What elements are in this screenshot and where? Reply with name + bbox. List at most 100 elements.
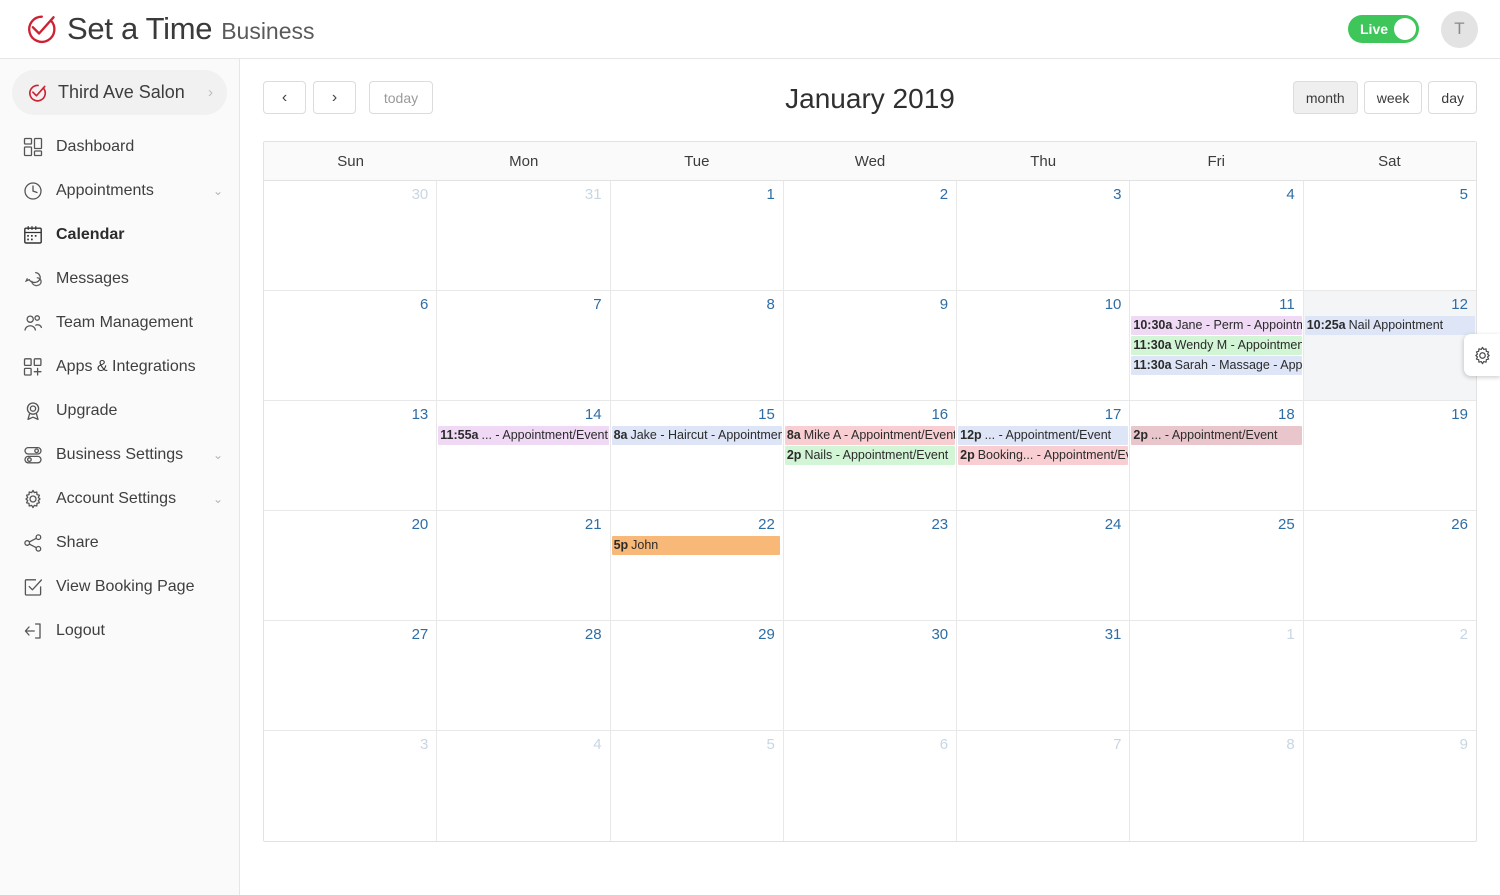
- calendar-day-cell[interactable]: 22 5p John: [611, 511, 784, 620]
- calendar-day-cell[interactable]: 6: [264, 291, 438, 400]
- calendar-day-cell[interactable]: 8: [611, 291, 784, 400]
- day-number[interactable]: 18: [1130, 404, 1302, 426]
- day-number[interactable]: 6: [784, 734, 956, 756]
- prev-month-button[interactable]: ‹: [263, 81, 306, 114]
- calendar-day-cell[interactable]: 8: [1130, 731, 1304, 841]
- calendar-day-cell[interactable]: 14 11:55a... - Appointment/Event: [437, 401, 611, 510]
- live-toggle[interactable]: Live: [1348, 15, 1419, 43]
- day-number[interactable]: 30: [784, 624, 956, 646]
- day-number[interactable]: 19: [1304, 404, 1476, 426]
- calendar-day-cell[interactable]: 16 8a Mike A - Appointment/Event 2p Nails - …: [784, 401, 958, 510]
- avatar[interactable]: T: [1441, 10, 1478, 48]
- calendar-day-cell[interactable]: 13: [264, 401, 438, 510]
- calendar-day-cell[interactable]: 26: [1304, 511, 1476, 620]
- day-number[interactable]: 26: [1304, 514, 1476, 536]
- day-number[interactable]: 9: [1304, 734, 1476, 756]
- calendar-day-cell[interactable]: 7: [957, 731, 1131, 841]
- calendar-event[interactable]: 8aJake - Haircut - Appointment/Event: [611, 426, 782, 445]
- day-number[interactable]: 31: [957, 624, 1129, 646]
- calendar-event[interactable]: 12p... - Appointment/Event: [958, 426, 1129, 445]
- day-number[interactable]: 29: [611, 624, 783, 646]
- calendar-day-cell[interactable]: 31: [437, 181, 611, 290]
- day-number[interactable]: 25: [1130, 514, 1302, 536]
- sidebar-item-calendar[interactable]: Calendar: [0, 213, 239, 257]
- calendar-day-cell[interactable]: 21: [437, 511, 611, 620]
- today-button[interactable]: today: [369, 81, 433, 114]
- day-number[interactable]: 24: [957, 514, 1129, 536]
- sidebar-item-apps-integrations[interactable]: Apps & Integrations: [0, 345, 239, 389]
- sidebar-item-messages[interactable]: Messages: [0, 257, 239, 301]
- calendar-day-cell[interactable]: 19: [1304, 401, 1476, 510]
- calendar-day-cell[interactable]: 10: [957, 291, 1131, 400]
- day-number[interactable]: 4: [437, 734, 609, 756]
- calendar-event[interactable]: 11:30aWendy M - Appointment/Event: [1131, 336, 1302, 355]
- calendar-event[interactable]: 11:30aSarah - Massage - Appointment/Even…: [1131, 356, 1302, 375]
- day-number[interactable]: 31: [437, 184, 609, 206]
- calendar-day-cell[interactable]: 30: [264, 181, 438, 290]
- calendar-day-cell[interactable]: 7: [437, 291, 611, 400]
- calendar-event[interactable]: 2p Nails - Appointment/Event: [784, 446, 956, 465]
- chevron-down-icon[interactable]: ⌄: [213, 184, 223, 198]
- calendar-day-cell[interactable]: 2: [1304, 621, 1476, 730]
- calendar-event[interactable]: 8a Mike A - Appointment/Event: [784, 426, 956, 445]
- calendar-day-cell[interactable]: 4: [437, 731, 611, 841]
- tab-day[interactable]: day: [1428, 81, 1477, 114]
- calendar-settings-button[interactable]: [1464, 334, 1500, 376]
- sidebar-item-upgrade[interactable]: Upgrade: [0, 389, 239, 433]
- calendar-day-cell[interactable]: 1: [1130, 621, 1304, 730]
- sidebar-item-view-booking-page[interactable]: View Booking Page: [0, 565, 239, 609]
- sidebar-item-appointments[interactable]: Appointments ⌄: [0, 169, 239, 213]
- chevron-down-icon[interactable]: ⌄: [213, 448, 223, 462]
- calendar-day-cell[interactable]: 24: [957, 511, 1131, 620]
- day-number[interactable]: 4: [1130, 184, 1302, 206]
- day-number[interactable]: 16: [784, 404, 956, 426]
- day-number[interactable]: 6: [264, 294, 436, 316]
- day-number[interactable]: 1: [1130, 624, 1302, 646]
- calendar-day-cell[interactable]: 9: [784, 291, 958, 400]
- day-number[interactable]: 2: [1304, 624, 1476, 646]
- calendar-day-cell[interactable]: 4: [1130, 181, 1304, 290]
- day-number[interactable]: 22: [611, 514, 783, 536]
- day-number[interactable]: 2: [784, 184, 956, 206]
- day-number[interactable]: 7: [437, 294, 609, 316]
- calendar-day-cell[interactable]: 27: [264, 621, 438, 730]
- tab-week[interactable]: week: [1363, 81, 1423, 114]
- calendar-day-cell[interactable]: 1: [611, 181, 784, 290]
- calendar-day-cell[interactable]: 9: [1304, 731, 1476, 841]
- sidebar-item-business-settings[interactable]: Business Settings ⌄: [0, 433, 239, 477]
- calendar-day-cell[interactable]: 20: [264, 511, 438, 620]
- calendar-day-cell[interactable]: 12 10:25a Nail Appointment: [1303, 291, 1476, 400]
- calendar-event[interactable]: 2p... - Appointment/Event: [1131, 426, 1302, 445]
- calendar-day-cell[interactable]: 5: [1304, 181, 1476, 290]
- tab-month[interactable]: month: [1292, 81, 1358, 114]
- calendar-day-cell[interactable]: 31: [957, 621, 1131, 730]
- day-number[interactable]: 3: [264, 734, 436, 756]
- calendar-day-cell[interactable]: 1110:30aJane - Perm - Appointment/Event1…: [1130, 291, 1304, 400]
- day-number[interactable]: 10: [957, 294, 1129, 316]
- calendar-event[interactable]: 10:30aJane - Perm - Appointment/Event: [1131, 316, 1302, 335]
- sidebar-item-logout[interactable]: Logout: [0, 609, 239, 653]
- day-number[interactable]: 14: [437, 404, 609, 426]
- calendar-event[interactable]: 11:55a... - Appointment/Event: [438, 426, 609, 445]
- day-number[interactable]: 27: [264, 624, 436, 646]
- calendar-day-cell[interactable]: 3: [264, 731, 438, 841]
- day-number[interactable]: 13: [264, 404, 436, 426]
- calendar-day-cell[interactable]: 3: [957, 181, 1131, 290]
- day-number[interactable]: 15: [611, 404, 783, 426]
- day-number[interactable]: 5: [1304, 184, 1476, 206]
- calendar-day-cell[interactable]: 5: [611, 731, 784, 841]
- calendar-day-cell[interactable]: 23: [784, 511, 958, 620]
- calendar-day-cell[interactable]: 30: [784, 621, 958, 730]
- day-number[interactable]: 21: [437, 514, 609, 536]
- day-number[interactable]: 5: [611, 734, 783, 756]
- calendar-day-cell[interactable]: 29: [611, 621, 784, 730]
- chevron-down-icon[interactable]: ⌄: [213, 492, 223, 506]
- calendar-day-cell[interactable]: 28: [437, 621, 611, 730]
- day-number[interactable]: 3: [957, 184, 1129, 206]
- business-switcher[interactable]: Third Ave Salon ›: [12, 70, 227, 115]
- sidebar-item-account-settings[interactable]: Account Settings ⌄: [0, 477, 239, 521]
- calendar-day-cell[interactable]: 6: [784, 731, 958, 841]
- day-number[interactable]: 23: [784, 514, 956, 536]
- sidebar-item-dashboard[interactable]: Dashboard: [0, 125, 239, 169]
- next-month-button[interactable]: ›: [313, 81, 356, 114]
